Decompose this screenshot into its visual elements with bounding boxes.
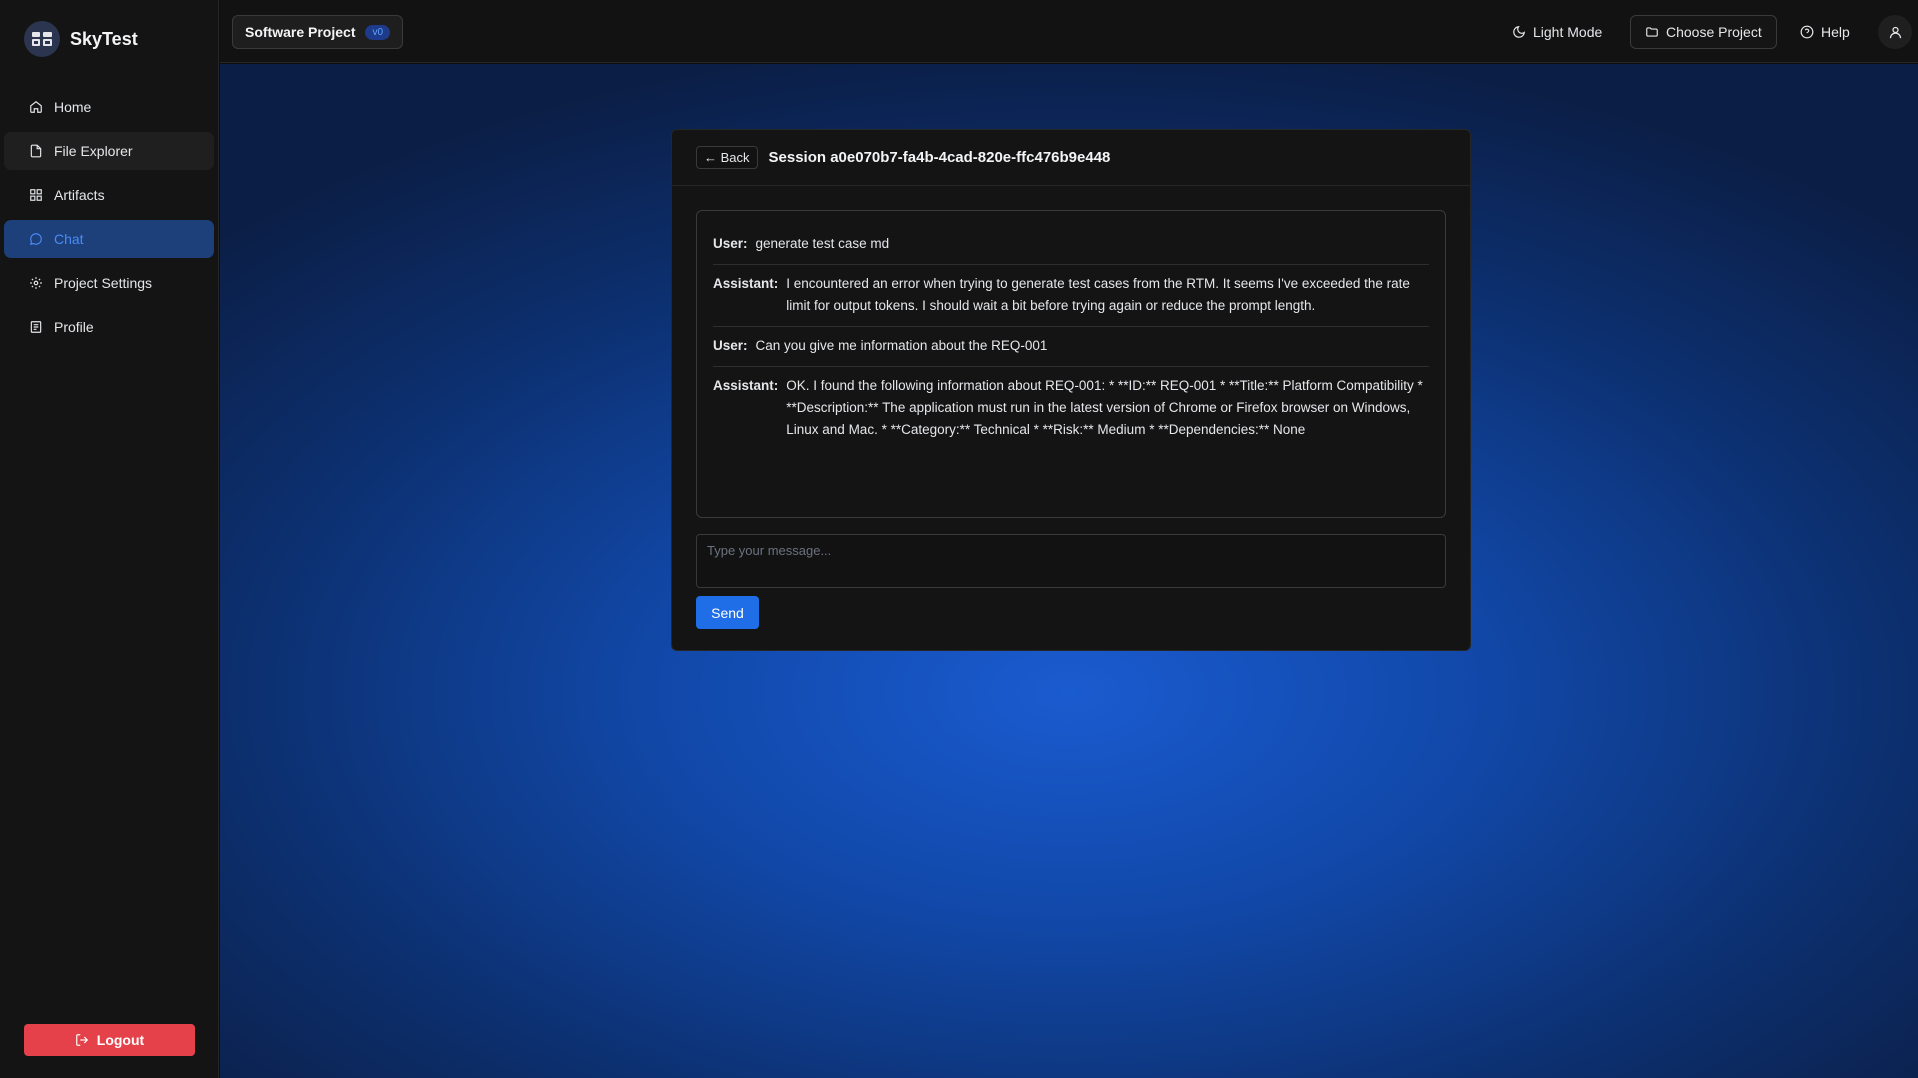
- session-header: ← Back Session a0e070b7-fa4b-4cad-820e-f…: [672, 130, 1470, 186]
- file-icon: [28, 143, 44, 159]
- gear-icon: [28, 275, 44, 291]
- send-button[interactable]: Send: [696, 596, 759, 629]
- session-title: Session a0e070b7-fa4b-4cad-820e-ffc476b9…: [768, 149, 1111, 166]
- message-role: User:: [713, 236, 748, 251]
- sidebar-item-label: Artifacts: [54, 187, 105, 203]
- user-menu-button[interactable]: [1878, 15, 1912, 49]
- message-list: User: generate test case md Assistant: I…: [696, 210, 1446, 518]
- project-selector[interactable]: Software Project v0: [232, 15, 404, 49]
- sidebar-item-file-explorer[interactable]: File Explorer: [4, 132, 214, 170]
- version-badge: v0: [365, 24, 391, 40]
- sidebar: SkyTest Home File Explorer Artifacts Cha…: [0, 0, 219, 1078]
- sidebar-item-chat[interactable]: Chat: [4, 220, 214, 258]
- grid-icon: [28, 187, 44, 203]
- sidebar-item-project-settings[interactable]: Project Settings: [4, 264, 214, 302]
- chat-session-card: ← Back Session a0e070b7-fa4b-4cad-820e-f…: [671, 129, 1471, 651]
- light-mode-label: Light Mode: [1533, 24, 1603, 40]
- message-role: User:: [713, 338, 748, 353]
- sidebar-item-artifacts[interactable]: Artifacts: [4, 176, 214, 214]
- help-label: Help: [1821, 24, 1850, 40]
- sidebar-item-label: Project Settings: [54, 275, 153, 291]
- logo-icon: [24, 21, 60, 57]
- message-text: generate test case md: [755, 236, 890, 251]
- back-button[interactable]: ← Back: [696, 146, 758, 169]
- sidebar-item-label: Chat: [54, 231, 84, 247]
- choose-project-label: Choose Project: [1666, 24, 1762, 40]
- logout-label: Logout: [96, 1032, 145, 1048]
- profile-icon: [28, 319, 44, 335]
- moon-icon: [1512, 25, 1526, 39]
- project-name: Software Project: [245, 24, 356, 40]
- sidebar-item-label: File Explorer: [54, 143, 133, 159]
- folder-icon: [1645, 25, 1659, 39]
- message-input[interactable]: [707, 543, 1435, 579]
- message-role: Assistant:: [713, 276, 779, 291]
- message-input-container: [696, 534, 1446, 588]
- logout-icon: [75, 1033, 89, 1047]
- message-item: Assistant: OK. I found the following inf…: [713, 367, 1429, 450]
- message-item: User: generate test case md: [713, 225, 1429, 265]
- main-area: ← Back Session a0e070b7-fa4b-4cad-820e-f…: [220, 64, 1918, 1078]
- home-icon: [28, 99, 44, 115]
- message-item: User: Can you give me information about …: [713, 327, 1429, 367]
- chat-bubble-icon: [28, 231, 44, 247]
- light-mode-button[interactable]: Light Mode: [1512, 15, 1602, 49]
- message-text: OK. I found the following information ab…: [786, 378, 1423, 437]
- message-item: Assistant: I encountered an error when t…: [713, 265, 1429, 327]
- user-icon: [1888, 25, 1903, 40]
- app-name: SkyTest: [70, 28, 138, 49]
- sidebar-item-profile[interactable]: Profile: [4, 308, 214, 346]
- choose-project-button[interactable]: Choose Project: [1630, 15, 1777, 49]
- sidebar-item-label: Home: [54, 99, 92, 115]
- message-role: Assistant:: [713, 378, 779, 393]
- sidebar-nav: Home File Explorer Artifacts Chat Projec…: [0, 88, 218, 346]
- message-text: Can you give me information about the RE…: [755, 338, 1048, 353]
- sidebar-item-label: Profile: [54, 319, 94, 335]
- logout-button[interactable]: Logout: [24, 1024, 195, 1056]
- message-text: I encountered an error when trying to ge…: [786, 276, 1410, 313]
- help-button[interactable]: Help: [1800, 15, 1850, 49]
- brand[interactable]: SkyTest: [0, 0, 218, 78]
- help-circle-icon: [1800, 25, 1814, 39]
- sidebar-item-home[interactable]: Home: [4, 88, 214, 126]
- top-header: Software Project v0 Light Mode Choose Pr…: [220, 0, 1918, 63]
